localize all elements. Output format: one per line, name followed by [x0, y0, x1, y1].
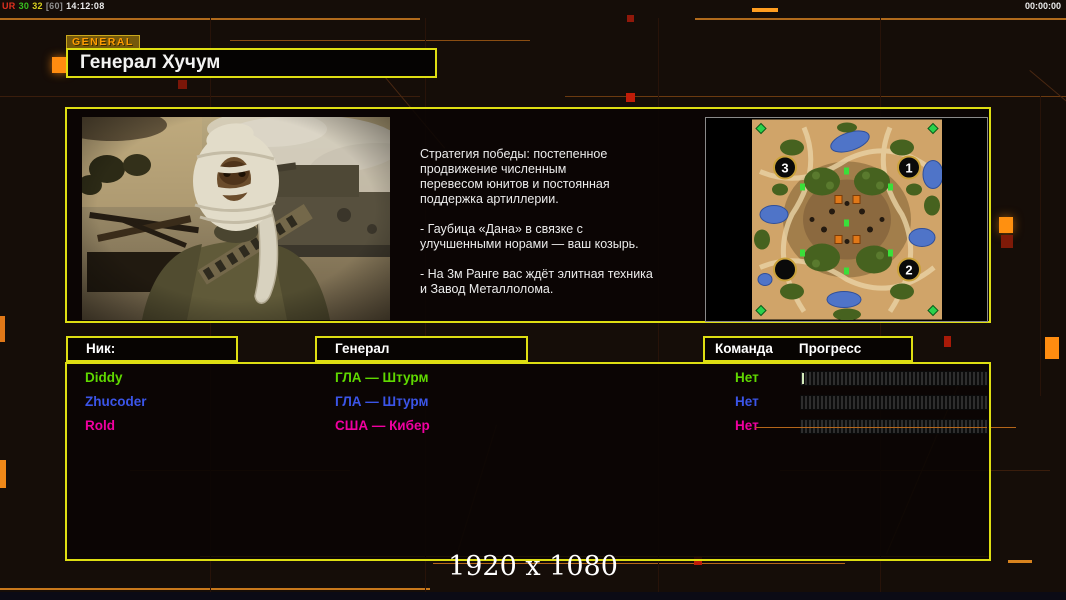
player-row: Rold США — Кибер Нет [67, 414, 989, 438]
player-team: Нет [735, 414, 759, 438]
column-header-progress: Прогресс [799, 341, 861, 356]
decor-square [0, 316, 5, 342]
decor-square [0, 460, 6, 488]
decor-square [626, 93, 635, 102]
net-stat-3: [60] [46, 1, 63, 11]
general-tab: GENERAL [66, 35, 140, 49]
clock-left: 14:12:08 [66, 1, 104, 11]
player-nick: Zhucoder [85, 390, 147, 414]
decor-line [755, 427, 987, 428]
player-row: Zhucoder ГЛА — Штурм Нет [67, 390, 989, 414]
progress-bar [800, 371, 988, 386]
decor-square [1001, 235, 1013, 248]
decor-square [627, 15, 634, 22]
player-nick: Rold [85, 414, 115, 438]
player-team: Нет [735, 390, 759, 414]
general-portrait [82, 117, 390, 320]
players-panel: Diddy ГЛА — Штурм Нет Zhucoder ГЛА — Шту… [65, 362, 991, 561]
briefing-paragraph: - На 3м Ранге вас ждёт элитная техника и… [420, 267, 705, 297]
progress-cursor [802, 373, 804, 384]
decor-square [944, 336, 951, 347]
briefing-paragraph: - Гаубица «Дана» в связке с улучшенными … [420, 222, 705, 252]
network-status: UR3032[60]14:12:08 [2, 1, 108, 11]
loading-screen: UR3032[60]14:12:08 00:00:00 GENERAL Гене… [0, 0, 1066, 600]
net-stat-1: 30 [19, 1, 30, 11]
decor-line [1040, 96, 1041, 396]
timer: 00:00:00 [1025, 1, 1061, 11]
player-nick: Diddy [85, 366, 123, 390]
decor-square [178, 80, 187, 89]
start-position-3: 3 [781, 161, 788, 176]
start-position-2: 2 [905, 263, 912, 278]
general-title: Генерал Хучум [66, 48, 437, 78]
minimap: 3 1 2 [705, 117, 988, 322]
decor-line [988, 427, 1016, 428]
decor-diagonal [1029, 70, 1066, 109]
decor-square [999, 217, 1013, 233]
column-header-team-progress: Команда Прогресс [703, 336, 913, 362]
bottom-strip [0, 592, 1066, 600]
decor-line [752, 8, 778, 12]
player-team: Нет [735, 366, 759, 390]
net-stat-2: 32 [32, 1, 43, 11]
general-info-panel: Стратегия победы: постепенное продвижени… [65, 107, 991, 323]
player-row: Diddy ГЛА — Штурм Нет [67, 366, 989, 390]
player-general: ГЛА — Штурм [335, 390, 428, 414]
briefing-paragraph: Стратегия победы: постепенное продвижени… [420, 147, 705, 207]
player-general: США — Кибер [335, 414, 430, 438]
minimap-image: 3 1 2 [752, 119, 942, 320]
net-label: UR [2, 1, 16, 11]
progress-bar [800, 395, 988, 410]
player-general: ГЛА — Штурм [335, 366, 428, 390]
resolution-label: 1920 x 1080 [0, 551, 1066, 582]
column-header-nick: Ник: [66, 336, 238, 362]
decor-line [565, 96, 1066, 97]
portrait-image [82, 117, 390, 320]
start-position-1: 1 [905, 161, 912, 176]
column-header-team: Команда [715, 341, 773, 356]
decor-line [230, 40, 530, 41]
decor-line [0, 588, 430, 590]
strategy-briefing: Стратегия победы: постепенное продвижени… [420, 147, 705, 312]
column-header-general: Генерал [315, 336, 528, 362]
decor-square [1045, 337, 1059, 359]
